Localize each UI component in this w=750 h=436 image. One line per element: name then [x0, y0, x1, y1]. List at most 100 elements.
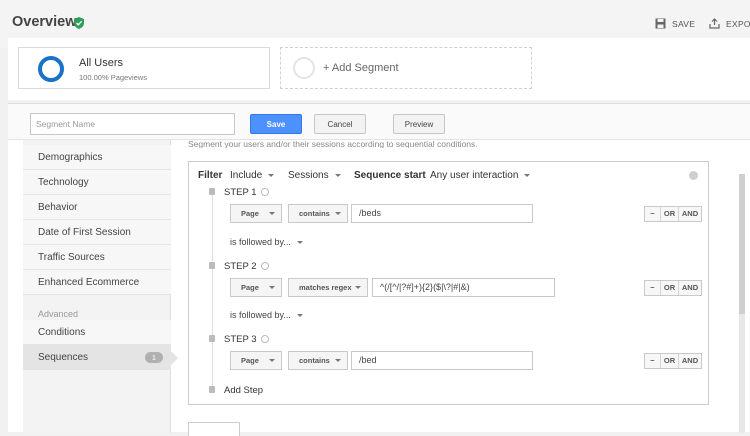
step-1-dimension-dropdown[interactable]: Page	[230, 204, 282, 223]
help-icon[interactable]	[260, 188, 269, 196]
scrollbar[interactable]	[739, 174, 745, 433]
step-2-logic-buttons: − OR AND	[644, 280, 702, 296]
step-3-value-input[interactable]: /bed	[351, 351, 533, 370]
sequence-intro-text: Segment your users and/or their sessions…	[188, 140, 478, 148]
page-title: Overview	[12, 14, 77, 30]
sequence-start-value: Any user interaction	[430, 170, 519, 181]
step-marker-icon	[209, 262, 215, 269]
step-1-title: STEP 1	[224, 187, 257, 198]
chevron-down-icon	[334, 173, 341, 177]
or-button[interactable]: OR	[661, 281, 679, 295]
remove-condition-button[interactable]: −	[645, 354, 661, 368]
sequences-count-badge: 1	[145, 352, 163, 363]
and-button[interactable]: AND	[679, 354, 701, 368]
save-button[interactable]: Save	[250, 114, 302, 134]
help-icon[interactable]	[260, 262, 269, 270]
add-segment-label: + Add Segment	[323, 62, 399, 74]
or-button[interactable]: OR	[661, 207, 679, 221]
step-1-label: STEP 1	[224, 187, 269, 198]
step-2-dimension: Page	[241, 283, 259, 292]
nav-heading-advanced: Advanced	[38, 309, 79, 319]
step-3-operator-dropdown[interactable]: contains	[288, 351, 348, 370]
and-button[interactable]: AND	[679, 281, 701, 295]
scrollbar-thumb[interactable]	[739, 174, 745, 314]
help-icon[interactable]	[260, 335, 269, 343]
remove-filter-icon[interactable]	[689, 171, 698, 180]
step-1-value-input[interactable]: /beds	[351, 204, 533, 223]
step-1-logic-buttons: − OR AND	[644, 206, 702, 222]
chevron-down-icon	[296, 314, 303, 318]
filter-label: Filter	[198, 170, 223, 181]
step-3-label: STEP 3	[224, 334, 269, 345]
segment-card-all-users[interactable]: All Users 100.00% Pageviews	[18, 47, 270, 89]
segment-detail: 100.00% Pageviews	[79, 73, 147, 82]
and-button[interactable]: AND	[679, 207, 701, 221]
scope-value: Sessions	[288, 170, 329, 181]
step-marker-icon	[209, 386, 215, 393]
step-3-logic-buttons: − OR AND	[644, 353, 702, 369]
nav-item-sequences-label: Sequences	[38, 352, 89, 363]
step-3-dimension-dropdown[interactable]: Page	[230, 351, 282, 370]
empty-segment-ring-icon	[293, 57, 315, 79]
step-1-operator-dropdown[interactable]: contains	[288, 204, 348, 223]
chevron-down-icon	[269, 359, 275, 362]
chevron-down-icon	[296, 241, 303, 245]
nav-item-date-of-first-session[interactable]: Date of First Session	[23, 220, 171, 245]
editor-toolbar: Save Cancel Preview	[8, 104, 750, 140]
nav-item-behavior[interactable]: Behavior	[23, 195, 171, 220]
chevron-down-icon	[524, 173, 531, 177]
step-3-dimension: Page	[241, 356, 259, 365]
export-label: EXPO	[726, 18, 750, 29]
nav-item-sequences[interactable]: Sequences 1	[23, 345, 178, 370]
or-button[interactable]: OR	[661, 354, 679, 368]
add-segment-button[interactable]: + Add Segment	[280, 47, 532, 89]
sequence-start-dropdown[interactable]: Any user interaction	[430, 170, 531, 181]
segment-name-input[interactable]	[30, 113, 235, 135]
step-2-title: STEP 2	[224, 261, 257, 272]
remove-condition-button[interactable]: −	[645, 281, 661, 295]
step-rail	[212, 189, 213, 387]
add-filter-button[interactable]	[188, 422, 240, 436]
nav-item-technology[interactable]: Technology	[23, 170, 171, 195]
export-button[interactable]: EXPO	[709, 18, 750, 29]
add-step-link[interactable]: Add Step	[224, 385, 263, 396]
active-nav-pointer	[171, 351, 178, 365]
floppy-icon	[655, 18, 666, 29]
save-report-label: SAVE	[672, 18, 696, 29]
segment-nav: Demographics Technology Behavior Date of…	[23, 140, 178, 433]
remove-condition-button[interactable]: −	[645, 207, 661, 221]
chevron-down-icon	[355, 286, 361, 289]
nav-item-enhanced-ecommerce[interactable]: Enhanced Ecommerce	[23, 270, 171, 295]
nav-item-demographics[interactable]: Demographics	[23, 145, 171, 170]
chevron-down-icon	[269, 286, 275, 289]
nav-item-traffic-sources[interactable]: Traffic Sources	[23, 245, 171, 270]
chevron-down-icon	[335, 359, 341, 362]
segment-editor: Save Cancel Preview Demographics Technol…	[8, 103, 750, 436]
include-dropdown[interactable]: Include	[230, 170, 275, 181]
include-value: Include	[230, 170, 263, 181]
export-icon	[709, 18, 720, 29]
segment-name: All Users	[79, 57, 124, 69]
sequence-panel: Filter Include Sessions Sequence start A…	[188, 161, 709, 405]
step-1-dimension: Page	[241, 209, 259, 218]
step-marker-icon	[209, 188, 215, 195]
cancel-button[interactable]: Cancel	[314, 114, 366, 134]
step-1-followed-by-dropdown[interactable]: is followed by...	[230, 237, 303, 247]
preview-button[interactable]: Preview	[393, 114, 445, 134]
nav-item-conditions[interactable]: Conditions	[23, 320, 171, 345]
step-2-followed-by-dropdown[interactable]: is followed by...	[230, 310, 303, 320]
step-3-title: STEP 3	[224, 334, 257, 345]
step-2-operator-dropdown[interactable]: matches regex	[288, 278, 368, 297]
step-2-dimension-dropdown[interactable]: Page	[230, 278, 282, 297]
save-report-button[interactable]: SAVE	[655, 18, 695, 29]
step-2-label: STEP 2	[224, 261, 269, 272]
scope-dropdown[interactable]: Sessions	[288, 170, 341, 181]
step-2-value-input[interactable]: ^(/[^/|?#]+){2}($|\?|#|&)	[372, 278, 555, 297]
segment-ring-icon	[38, 56, 64, 82]
chevron-down-icon	[268, 173, 275, 177]
step-marker-icon	[209, 335, 215, 342]
verified-shield-icon	[74, 17, 84, 29]
step-2-followed-by: is followed by...	[230, 310, 291, 320]
chevron-down-icon	[269, 212, 275, 215]
sequence-start-label: Sequence start	[354, 170, 426, 181]
